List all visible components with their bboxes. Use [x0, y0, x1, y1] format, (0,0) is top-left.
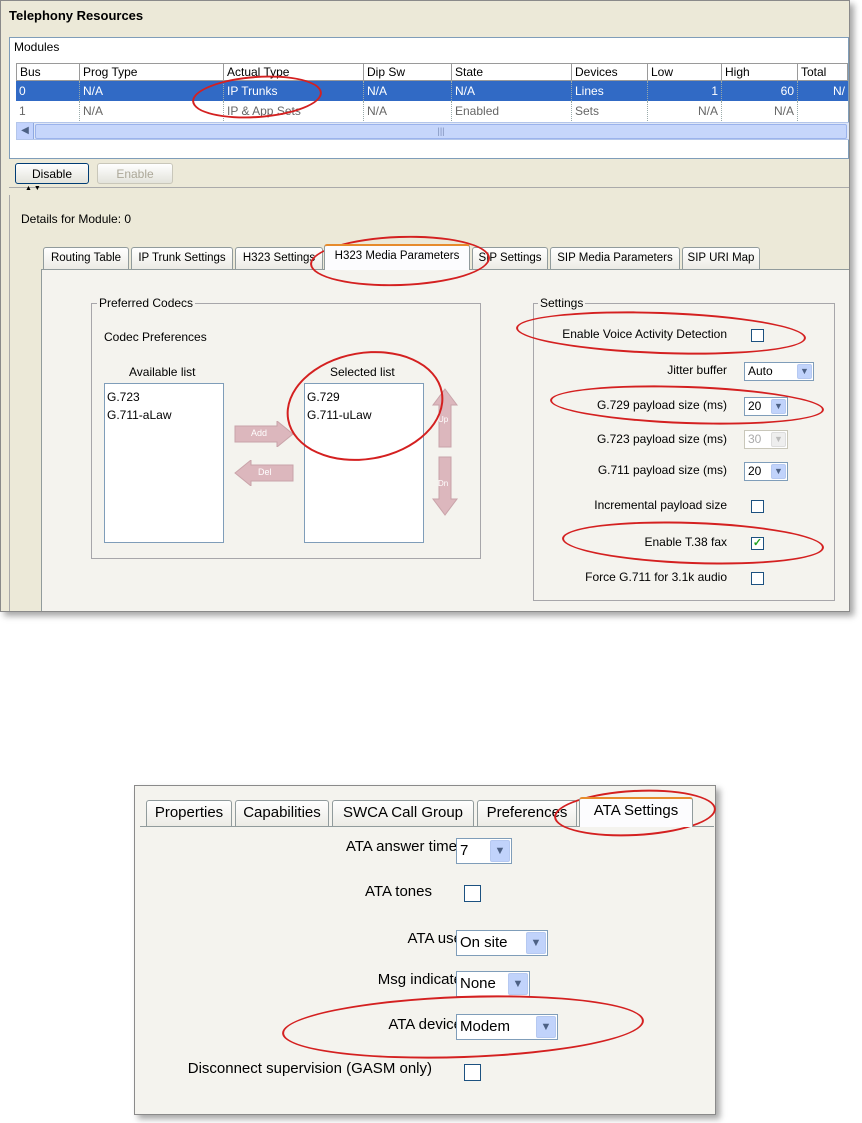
settings-title: Settings — [538, 296, 586, 310]
disconnect-supervision-label: Disconnect supervision (GASM only) — [187, 1060, 432, 1077]
available-list-label: Available list — [129, 365, 196, 379]
cell-state: Enabled — [452, 101, 572, 121]
splitter-arrows-icon[interactable]: ▲▼ — [25, 185, 43, 192]
force-g711-checkbox[interactable] — [751, 572, 764, 585]
cell-bus: 1 — [16, 101, 80, 121]
chevron-down-icon[interactable]: ▼ — [771, 464, 786, 479]
list-item[interactable]: G.723 — [105, 388, 223, 406]
column-header-prog-type[interactable]: Prog Type — [80, 63, 224, 81]
column-header-state[interactable]: State — [452, 63, 572, 81]
column-header-bus[interactable]: Bus — [16, 63, 80, 81]
msg-indicate-value: None — [460, 975, 496, 992]
tab-ata-settings[interactable]: ATA Settings — [579, 797, 693, 827]
arrow-left-icon[interactable]: ◀ — [17, 123, 34, 139]
column-header-dip-sw[interactable]: Dip Sw — [364, 63, 452, 81]
g723-payload-label: G.723 payload size (ms) — [596, 432, 727, 446]
jitter-buffer-select[interactable]: Auto ▼ — [744, 362, 814, 381]
column-header-total[interactable]: Total — [798, 63, 848, 81]
jitter-buffer-label: Jitter buffer — [667, 363, 727, 377]
tab-h323-media-parameters[interactable]: H323 Media Parameters — [324, 244, 470, 270]
preferred-codecs-title: Preferred Codecs — [97, 296, 196, 310]
chevron-down-icon[interactable]: ▼ — [490, 840, 510, 862]
chevron-down-icon[interactable]: ▼ — [797, 364, 812, 379]
column-header-low[interactable]: Low — [648, 63, 722, 81]
tab-properties[interactable]: Properties — [146, 800, 232, 826]
ata-use-value: On site — [460, 934, 508, 951]
ata-use-select[interactable]: On site ▼ — [456, 930, 548, 956]
cell-total: N/ — [833, 84, 845, 98]
ata-answer-timer-value: 7 — [460, 842, 469, 859]
ata-use-label: ATA use — [407, 930, 462, 947]
tab-routing-table[interactable]: Routing Table — [43, 247, 129, 269]
telephony-resources-window: Telephony Resources Modules Bus Prog Typ… — [0, 0, 850, 612]
del-button-label: Del — [258, 467, 272, 477]
disconnect-supervision-checkbox[interactable] — [464, 1064, 481, 1081]
ata-answer-timer-label: ATA answer timer — [345, 838, 462, 855]
cell-devices: Lines — [572, 81, 648, 101]
g711-payload-value: 20 — [748, 464, 762, 478]
column-header-high[interactable]: High — [722, 63, 798, 81]
move-down-label: Dn — [438, 479, 449, 488]
cell-dip-sw: N/A — [364, 81, 452, 101]
codec-preferences-label: Codec Preferences — [104, 330, 207, 344]
tab-sip-uri-map[interactable]: SIP URI Map — [682, 247, 760, 269]
g711-payload-select[interactable]: 20 ▼ — [744, 462, 788, 481]
incremental-payload-checkbox[interactable] — [751, 500, 764, 513]
details-label: Details for Module: 0 — [21, 212, 132, 226]
tab-sip-media-parameters[interactable]: SIP Media Parameters — [550, 247, 680, 269]
window-title: Telephony Resources — [9, 8, 144, 23]
cell-state: N/A — [452, 81, 572, 101]
g723-payload-value: 30 — [748, 432, 762, 446]
tab-capabilities[interactable]: Capabilities — [235, 800, 329, 826]
g711-payload-label: G.711 payload size (ms) — [597, 463, 727, 477]
g723-payload-select[interactable]: 30 ▼ — [744, 430, 788, 449]
cell-dip-sw: N/A — [364, 101, 452, 121]
horizontal-scrollbar[interactable]: ◀ ||| — [16, 122, 849, 140]
cell-devices: Sets — [572, 101, 648, 121]
chevron-down-icon[interactable]: ▼ — [526, 932, 546, 954]
splitter[interactable] — [9, 187, 849, 194]
move-up-label: Up — [438, 415, 449, 424]
column-header-devices[interactable]: Devices — [572, 63, 648, 81]
scrollbar-thumb[interactable]: ||| — [35, 124, 847, 139]
table-header: Bus Prog Type Actual Type Dip Sw State D… — [16, 63, 848, 81]
cell-high: N/A — [722, 101, 798, 121]
ata-answer-timer-select[interactable]: 7 ▼ — [456, 838, 512, 864]
msg-indicate-label: Msg indicate — [377, 971, 462, 988]
list-item[interactable]: G.711-aLaw — [105, 406, 223, 424]
disable-button[interactable]: Disable — [15, 163, 89, 184]
ata-tones-label: ATA tones — [365, 883, 432, 900]
modules-label: Modules — [14, 40, 60, 54]
cell-low: N/A — [648, 101, 722, 121]
table-row[interactable]: 0 N/A IP Trunks N/A N/A Lines 1 60 N/ — [16, 81, 848, 101]
incremental-payload-label: Incremental payload size — [594, 498, 727, 512]
ata-tones-checkbox[interactable] — [464, 885, 481, 902]
chevron-down-icon[interactable]: ▼ — [508, 973, 528, 995]
cell-high: 60 — [722, 81, 798, 101]
cell-low: 1 — [648, 81, 722, 101]
msg-indicate-select[interactable]: None ▼ — [456, 971, 530, 997]
available-codecs-list[interactable]: G.723 G.711-aLaw — [104, 383, 224, 543]
force-g711-label: Force G.711 for 3.1k audio — [585, 570, 727, 584]
tab-swca-call-group[interactable]: SWCA Call Group — [332, 800, 474, 826]
enable-button[interactable]: Enable — [97, 163, 173, 184]
tab-ip-trunk-settings[interactable]: IP Trunk Settings — [131, 247, 233, 269]
add-button-label: Add — [251, 428, 268, 438]
cell-total — [798, 101, 848, 121]
jitter-buffer-value: Auto — [748, 364, 773, 378]
table-row[interactable]: 1 N/A IP & App Sets N/A Enabled Sets N/A… — [16, 101, 848, 121]
modules-table: Modules Bus Prog Type Actual Type Dip Sw… — [9, 37, 849, 159]
chevron-down-icon: ▼ — [771, 432, 786, 447]
cell-bus: 0 — [16, 81, 80, 101]
